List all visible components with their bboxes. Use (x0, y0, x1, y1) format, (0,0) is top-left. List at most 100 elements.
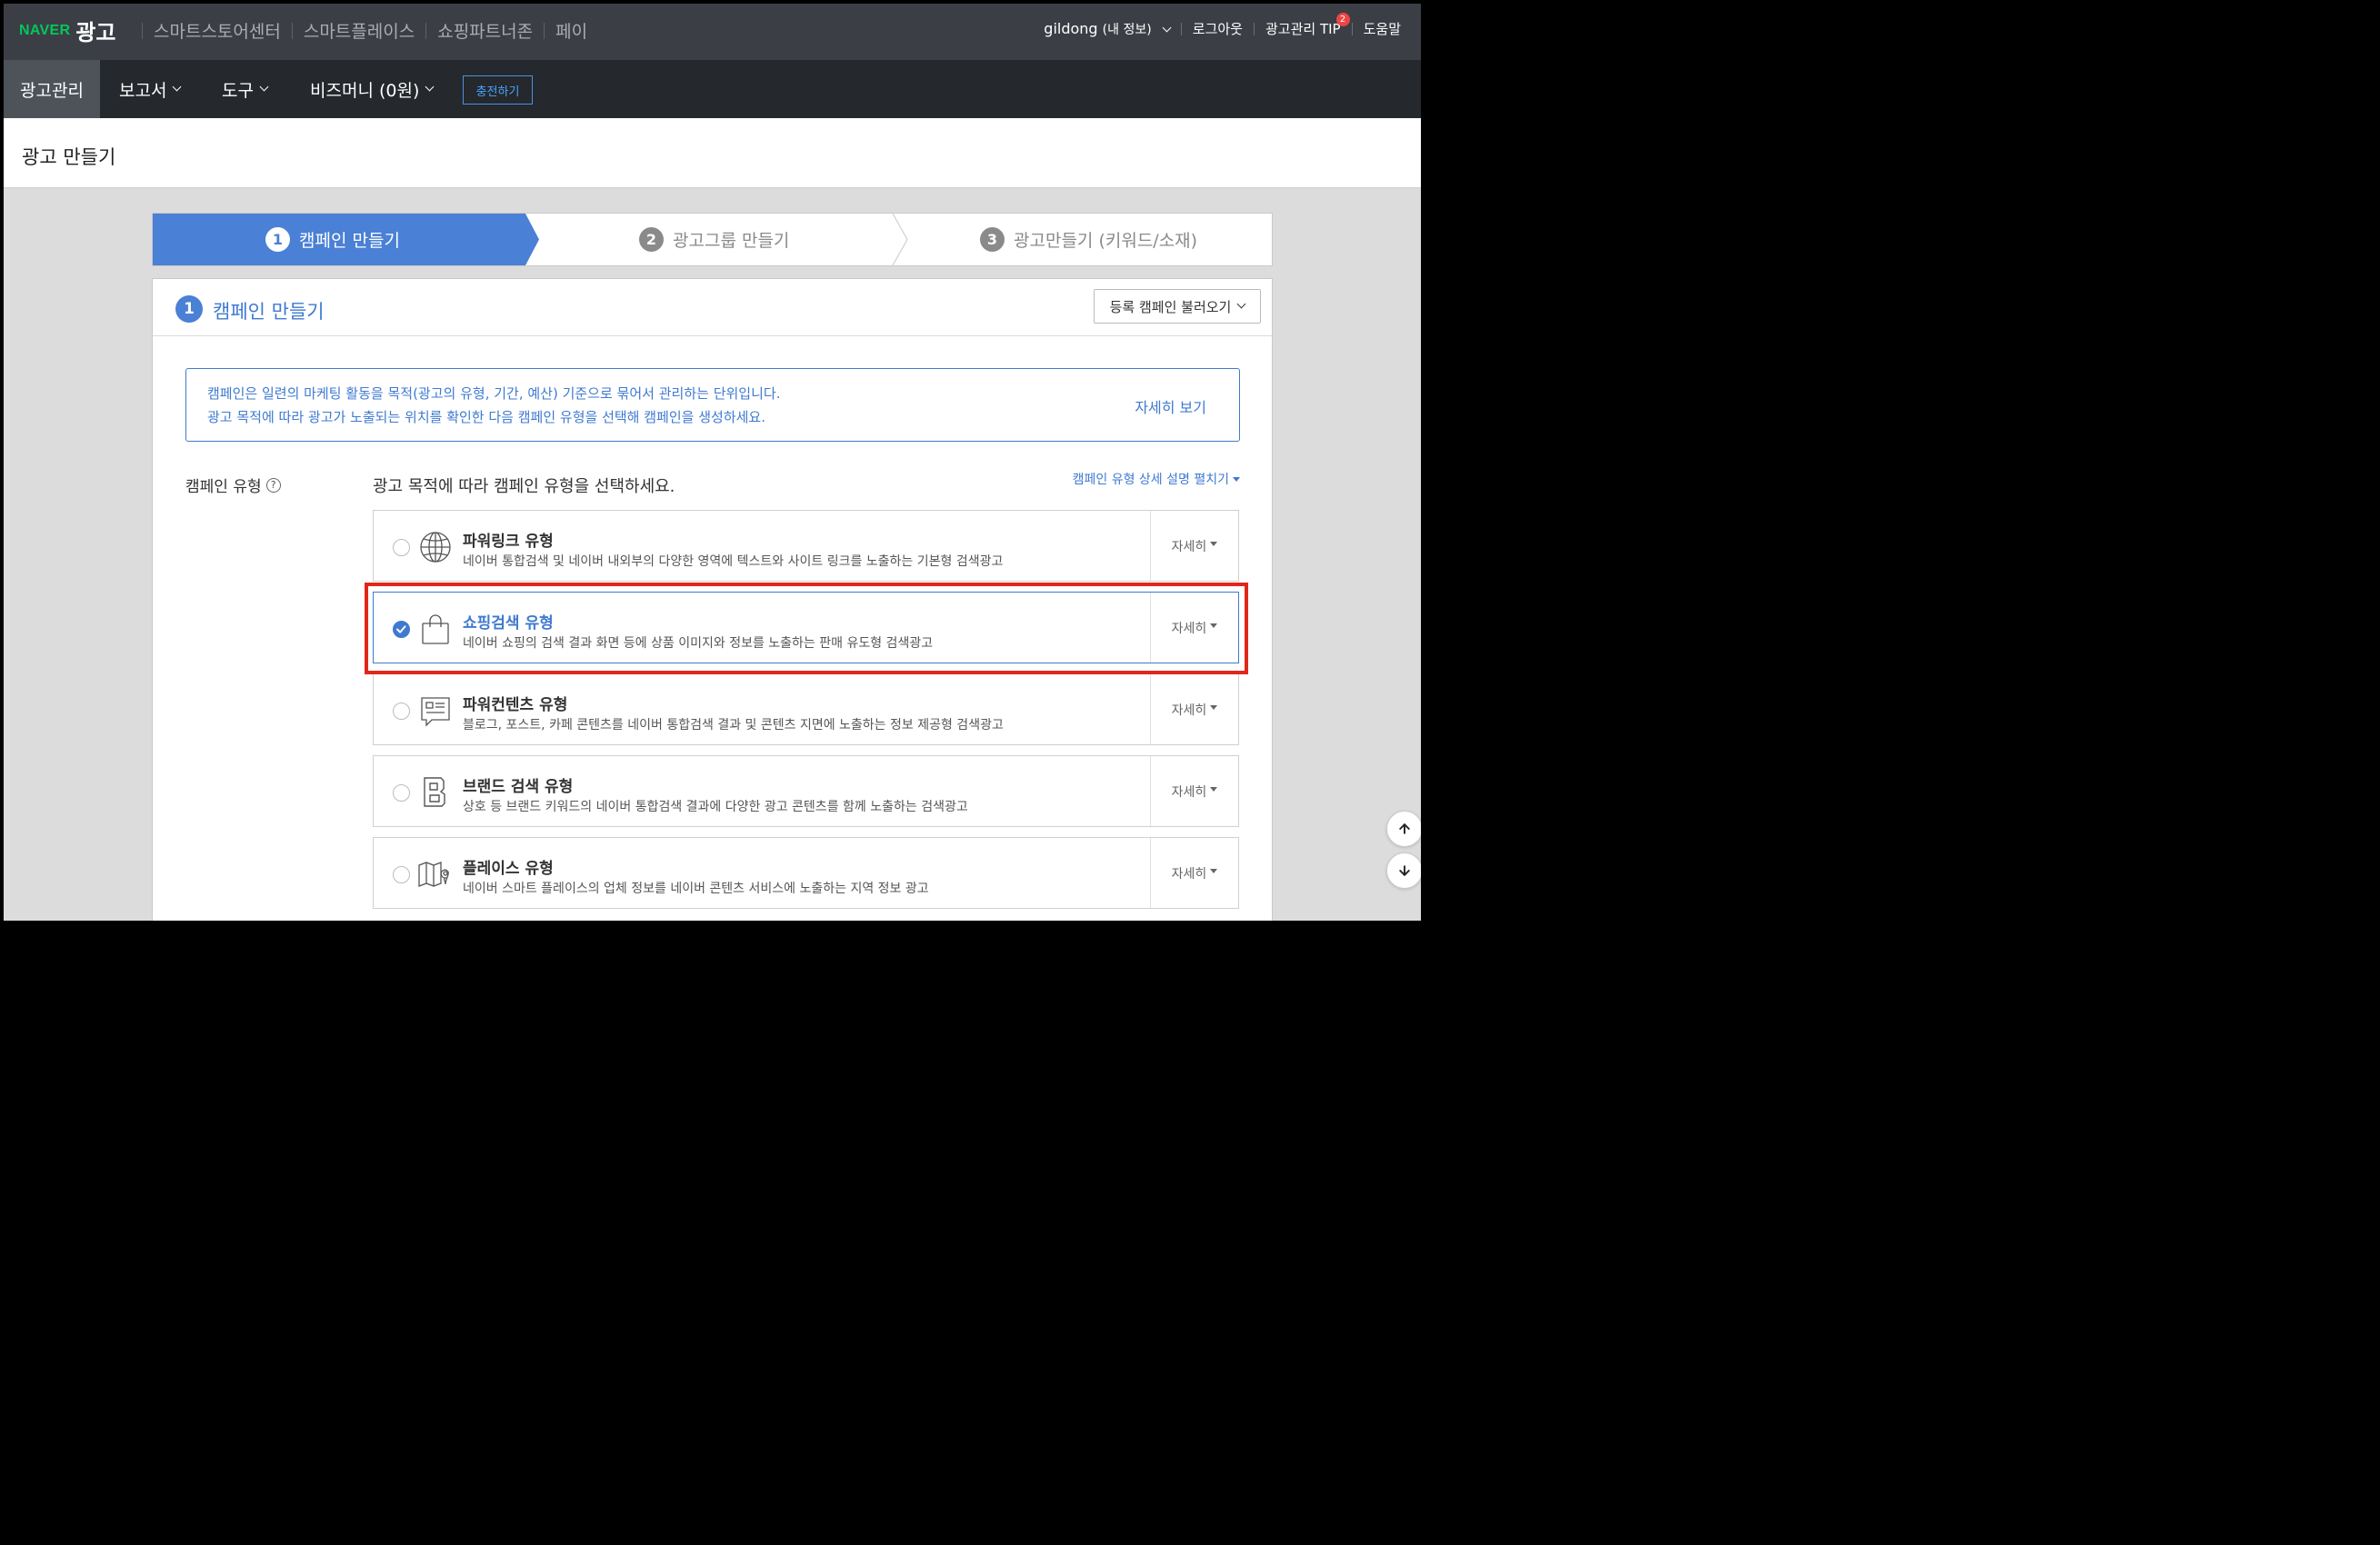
page-title-bar: 광고 만들기 (4, 118, 1421, 188)
details-label: 자세히 (1171, 784, 1207, 800)
naver-ads-logo[interactable]: NAVER 광고 (19, 15, 116, 46)
nav-smartstore[interactable]: 스마트스토어센터 (154, 18, 281, 43)
menu-reports[interactable]: 보고서 (119, 60, 182, 118)
question-mark-icon[interactable]: ? (265, 477, 281, 493)
details-label: 자세히 (1171, 866, 1207, 882)
nav-shopping-partner[interactable]: 쇼핑파트너존 (437, 18, 533, 43)
details-label: 자세히 (1171, 703, 1207, 718)
user-info-label: (내 정보) (1102, 22, 1152, 37)
load-campaign-label: 등록 캠페인 불러오기 (1109, 298, 1232, 315)
details-dropdown[interactable]: 자세히 (1150, 756, 1238, 826)
menu-ad-management[interactable]: 광고관리 (4, 60, 100, 118)
account-menu: gildong (내 정보) 로그아웃 광고관리 TIP 2 도움말 (1044, 13, 1401, 38)
chevron-down-icon (425, 82, 435, 91)
step-3-number: 3 (980, 227, 1005, 252)
panel-title: 캠페인 만들기 (213, 301, 325, 323)
divider (1351, 22, 1353, 35)
info-text-line1: 캠페인은 일련의 마케팅 활동을 목적(광고의 유형, 기간, 예산) 기준으로… (207, 385, 781, 402)
step-3-label: 광고만들기 (키워드/소재) (1014, 231, 1198, 251)
step-2: 2 광고그룹 만들기 (639, 214, 789, 265)
campaign-type-card-place[interactable]: 플레이스 유형 네이버 스마트 플레이스의 업체 정보를 네이버 콘텐츠 서비스… (373, 837, 1239, 909)
chevron-down-icon (1162, 23, 1172, 32)
details-dropdown[interactable]: 자세히 (1150, 674, 1238, 744)
step-1-number: 1 (265, 227, 290, 252)
caret-down-icon (1210, 787, 1218, 792)
radio-button[interactable] (393, 784, 410, 802)
ads-logo-text: 광고 (75, 20, 116, 45)
campaign-type-description: 네이버 스마트 플레이스의 업체 정보를 네이버 콘텐츠 서비스에 노출하는 지… (463, 882, 929, 896)
chevron-down-icon (173, 82, 182, 91)
caret-down-icon (1210, 869, 1218, 873)
arrow-down-icon (1399, 865, 1410, 876)
menu-tools-label: 도구 (222, 80, 254, 101)
panel-header: 1 캠페인 만들기 등록 캠페인 불러오기 (153, 279, 1272, 336)
info-box: 캠페인은 일련의 마케팅 활동을 목적(광고의 유형, 기간, 예산) 기준으로… (185, 368, 1240, 442)
divider (1180, 22, 1182, 35)
divider (425, 22, 427, 39)
campaign-type-description: 네이버 통합검색 및 네이버 내외부의 다양한 영역에 텍스트와 사이트 링크를… (463, 554, 1004, 569)
brand-b-icon (424, 777, 445, 807)
caret-down-icon (1210, 542, 1218, 546)
step-indicator: 1 캠페인 만들기 2 광고그룹 만들기 3 광고만들기 (키워드/소재) (152, 213, 1273, 266)
caret-down-icon (1233, 477, 1240, 482)
charge-button[interactable]: 충전하기 (463, 75, 533, 105)
campaign-type-description: 상호 등 브랜드 키워드의 네이버 통합검색 결과에 다양한 광고 콘텐츠를 함… (463, 800, 968, 814)
campaign-type-description: 블로그, 포스트, 카페 콘텐츠를 네이버 통합검색 결과 및 콘텐츠 지면에 … (463, 718, 1004, 733)
divider (142, 22, 143, 39)
step-2-number: 2 (639, 227, 664, 252)
logout-link[interactable]: 로그아웃 (1193, 19, 1243, 38)
info-text-line2: 광고 목적에 따라 광고가 노출되는 위치를 확인한 다음 캠페인 유형을 선택… (207, 409, 765, 425)
details-dropdown[interactable]: 자세히 (1150, 511, 1238, 581)
panel-step-number: 1 (175, 295, 203, 323)
menu-reports-label: 보고서 (119, 80, 167, 101)
notification-badge: 2 (1335, 13, 1350, 26)
campaign-type-label: 캠페인 유형 ? (185, 473, 281, 496)
naver-logo-text: NAVER (19, 22, 71, 38)
scroll-bottom-button[interactable] (1386, 852, 1421, 889)
ad-tip-label: 광고관리 TIP (1265, 21, 1341, 37)
expand-type-details-link[interactable]: 캠페인 유형 상세 설명 펼치기 (1073, 470, 1240, 488)
step-separator-chevron-icon (892, 214, 908, 265)
learn-more-link[interactable]: 자세히 보기 (1135, 395, 1206, 417)
nav-pay[interactable]: 페이 (555, 18, 587, 43)
user-menu[interactable]: gildong (내 정보) (1044, 19, 1172, 38)
menu-tools[interactable]: 도구 (222, 60, 269, 118)
expand-type-details-label: 캠페인 유형 상세 설명 펼치기 (1072, 473, 1229, 487)
radio-button[interactable] (393, 703, 410, 720)
radio-button[interactable] (393, 539, 410, 556)
map-pin-icon (418, 862, 449, 887)
scroll-top-button[interactable] (1386, 811, 1421, 847)
campaign-type-card-powercontent[interactable]: 파워컨텐츠 유형 블로그, 포스트, 카페 콘텐츠를 네이버 통합검색 결과 및… (373, 673, 1239, 745)
divider (544, 22, 545, 39)
chevron-down-icon (1236, 299, 1246, 308)
campaign-type-card-powerlink[interactable]: 파워링크 유형 네이버 통합검색 및 네이버 내외부의 다양한 영역에 텍스트와… (373, 510, 1239, 582)
step-2-label: 광고그룹 만들기 (673, 231, 790, 251)
menu-bizmoney[interactable]: 비즈머니 (0원) (310, 60, 435, 118)
caret-down-icon (1210, 705, 1218, 710)
chevron-down-icon (259, 82, 269, 91)
arrow-up-icon (1399, 823, 1410, 834)
campaign-type-name: 파워컨텐츠 유형 (463, 696, 568, 714)
load-campaign-dropdown[interactable]: 등록 캠페인 불러오기 (1094, 289, 1261, 324)
user-name: gildong (1044, 19, 1098, 37)
step-1: 1 캠페인 만들기 (265, 214, 400, 265)
app-frame: NAVER 광고 스마트스토어센터 스마트플레이스 쇼핑파트너존 페이 gild… (4, 4, 1421, 921)
page-title: 광고 만들기 (22, 146, 116, 168)
campaign-type-name: 브랜드 검색 유형 (463, 778, 574, 796)
step-3: 3 광고만들기 (키워드/소재) (980, 214, 1197, 265)
campaign-type-name: 파워링크 유형 (463, 533, 554, 551)
help-link[interactable]: 도움말 (1364, 19, 1401, 38)
campaign-type-name: 플레이스 유형 (463, 860, 554, 878)
campaign-type-guide: 광고 목적에 따라 캠페인 유형을 선택하세요. (373, 477, 675, 496)
divider (291, 22, 293, 39)
nav-smartplace[interactable]: 스마트플레이스 (304, 18, 415, 43)
service-nav: 스마트스토어센터 스마트플레이스 쇼핑파트너존 페이 (131, 18, 587, 43)
details-dropdown[interactable]: 자세히 (1150, 838, 1238, 908)
divider (1253, 22, 1255, 35)
main-menu: 광고관리 보고서 도구 비즈머니 (0원) 충전하기 (4, 60, 1421, 118)
ad-tip-link[interactable]: 광고관리 TIP 2 (1265, 13, 1350, 38)
top-bar: NAVER 광고 스마트스토어센터 스마트플레이스 쇼핑파트너존 페이 gild… (4, 4, 1421, 60)
selection-highlight-box (365, 583, 1248, 674)
campaign-type-card-brand[interactable]: 브랜드 검색 유형 상호 등 브랜드 키워드의 네이버 통합검색 결과에 다양한… (373, 755, 1239, 827)
radio-button[interactable] (393, 866, 410, 883)
